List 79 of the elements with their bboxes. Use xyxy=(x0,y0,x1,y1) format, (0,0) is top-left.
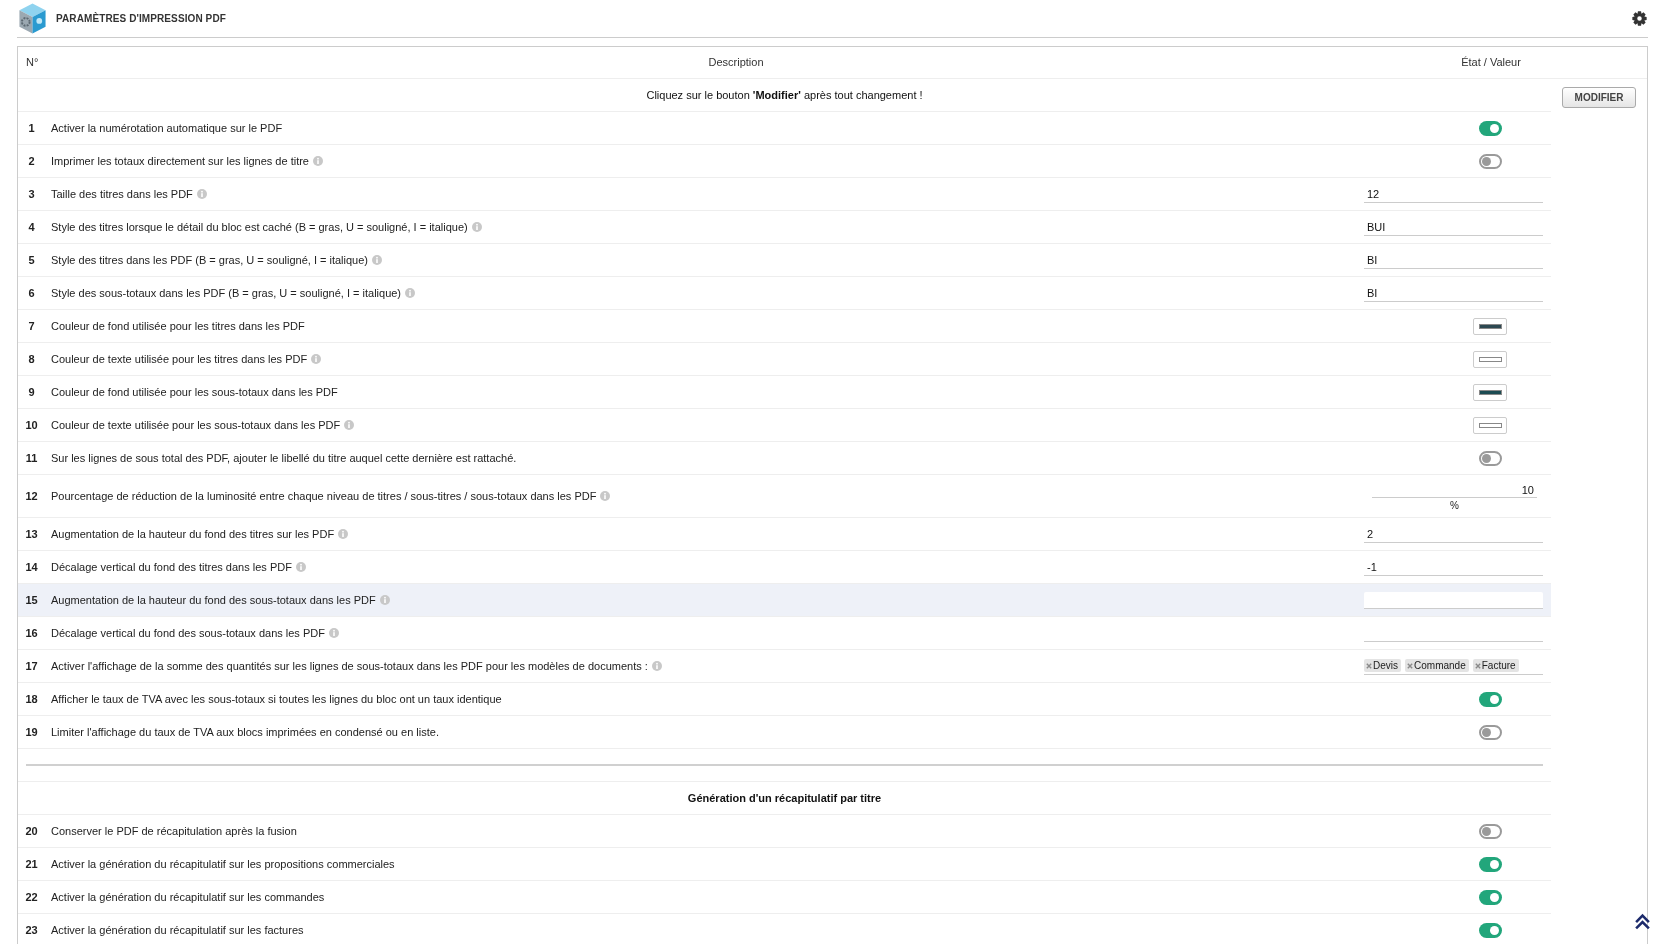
setting-label: Pourcentage de réduction de la luminosité entre chaque niveau de titres / sous-titres / sous-totaux dans les PDF xyxy=(51,488,597,504)
row-number: 14 xyxy=(24,559,39,575)
row-number: 10 xyxy=(24,417,39,433)
settings-icon[interactable] xyxy=(1632,11,1647,26)
cube-icon xyxy=(18,2,47,35)
row-number: 12 xyxy=(24,488,39,504)
toggle-switch[interactable] xyxy=(1478,450,1502,466)
selected-tag[interactable]: Devis xyxy=(1364,659,1401,672)
setting-label: Activer la génération du récapitulatif sur les propositions commerciales xyxy=(51,856,395,872)
toggle-switch[interactable] xyxy=(1478,724,1502,740)
setting-label: Limiter l'affichage du taux de TVA aux blocs imprimées en condensé ou en liste. xyxy=(51,724,439,740)
text-field[interactable] xyxy=(1364,591,1543,609)
row-number: 6 xyxy=(27,285,36,301)
page-title: PARAMÈTRES D'IMPRESSION PDF xyxy=(56,11,226,26)
setting-label: Afficher le taux de TVA avec les sous-totaux si toutes les lignes du bloc ont un taux identique xyxy=(51,691,502,707)
modify-button[interactable]: MODIFIER xyxy=(1562,87,1636,108)
remove-icon[interactable] xyxy=(1407,662,1413,669)
toggle-switch[interactable] xyxy=(1478,856,1502,872)
toggle-switch[interactable] xyxy=(1478,120,1502,136)
color-picker-button[interactable] xyxy=(1473,317,1507,335)
row-number: 5 xyxy=(27,252,36,268)
row-number: 7 xyxy=(27,318,36,334)
multiselect-field[interactable]: Devis Commande Facture xyxy=(1364,657,1543,675)
setting-label: Décalage vertical du fond des sous-totaux dans les PDF xyxy=(51,625,325,641)
row-number: 3 xyxy=(27,186,36,202)
setting-label: Activer l'affichage de la somme des quantités sur les lignes de sous-totaux dans les PDF pour les modèles de documents : xyxy=(51,658,648,674)
unit-label: % xyxy=(1450,501,1459,511)
row-number: 23 xyxy=(24,922,39,938)
remove-icon[interactable] xyxy=(1366,662,1372,669)
remove-icon[interactable] xyxy=(1474,662,1481,669)
setting-label: Style des titres dans les PDF (B = gras, U = souligné, I = italique) xyxy=(51,252,368,268)
row-number: 17 xyxy=(24,658,39,674)
row-number: 15 xyxy=(24,592,39,608)
setting-label: Activer la numérotation automatique sur le PDF xyxy=(51,120,283,136)
column-header: État / Valeur xyxy=(1460,55,1522,71)
color-picker-button[interactable] xyxy=(1473,416,1507,434)
row-number: 19 xyxy=(24,724,39,740)
row-number: 11 xyxy=(24,450,39,466)
row-number: 8 xyxy=(27,351,36,367)
setting-label: Couleur de fond utilisée pour les sous-totaux dans les PDF xyxy=(51,384,338,400)
setting-label: Taille des titres dans les PDF xyxy=(51,186,193,202)
row-number: 13 xyxy=(24,526,39,542)
column-header: Description xyxy=(707,55,765,71)
setting-label: Augmentation de la hauteur du fond des sous-totaux dans les PDF xyxy=(51,592,376,608)
setting-label: Couleur de texte utilisée pour les titres dans les PDF xyxy=(51,351,308,367)
setting-label: Activer la génération du récapitulatif sur les commandes xyxy=(51,889,325,905)
toggle-switch[interactable] xyxy=(1478,691,1502,707)
row-number: 4 xyxy=(27,219,36,235)
toggle-switch[interactable] xyxy=(1478,889,1502,905)
notice-text: Cliquez sur le bouton 'Modifier' après tout changement ! xyxy=(646,87,923,103)
selected-tag[interactable]: Commande xyxy=(1405,659,1469,672)
row-number: 2 xyxy=(27,153,36,169)
row-number: 9 xyxy=(27,384,36,400)
setting-label: Couleur de fond utilisée pour les titres dans les PDF xyxy=(51,318,305,334)
row-number: 22 xyxy=(24,889,39,905)
toggle-switch[interactable] xyxy=(1478,922,1502,938)
row-number: 21 xyxy=(24,856,39,872)
toggle-switch[interactable] xyxy=(1478,823,1502,839)
setting-label: Imprimer les totaux directement sur les lignes de titre xyxy=(51,153,309,169)
toggle-switch[interactable] xyxy=(1478,153,1502,169)
setting-label: Augmentation de la hauteur du fond des titres sur les PDF xyxy=(51,526,335,542)
double-chevron-up-icon[interactable] xyxy=(1634,913,1651,930)
setting-label: Décalage vertical du fond des titres dans les PDF xyxy=(51,559,292,575)
row-number: 20 xyxy=(24,823,39,839)
setting-label: Sur les lignes de sous total des PDF, ajouter le libellé du titre auquel cette dernière est rattaché. xyxy=(51,450,517,466)
row-number: 16 xyxy=(24,625,39,641)
setting-label: Activer la génération du récapitulatif sur les factures xyxy=(51,922,304,938)
number-field[interactable]: 10 xyxy=(1372,483,1537,498)
selected-tag[interactable]: Facture xyxy=(1472,659,1519,672)
setting-label: Couleur de texte utilisée pour les sous-totaux dans les PDF xyxy=(51,417,341,433)
row-number: 18 xyxy=(24,691,39,707)
section-title: Génération d'un récapitulatif par titre xyxy=(687,790,882,806)
column-header: N° xyxy=(25,55,40,71)
setting-label: Style des titres lorsque le détail du bloc est caché (B = gras, U = souligné, I = italique) xyxy=(51,219,468,235)
setting-label: Conserver le PDF de récapitulation après la fusion xyxy=(51,823,297,839)
row-number: 1 xyxy=(27,120,36,136)
color-picker-button[interactable] xyxy=(1473,383,1507,401)
setting-label: Style des sous-totaux dans les PDF (B = gras, U = souligné, I = italique) xyxy=(51,285,402,301)
color-picker-button[interactable] xyxy=(1473,350,1507,368)
